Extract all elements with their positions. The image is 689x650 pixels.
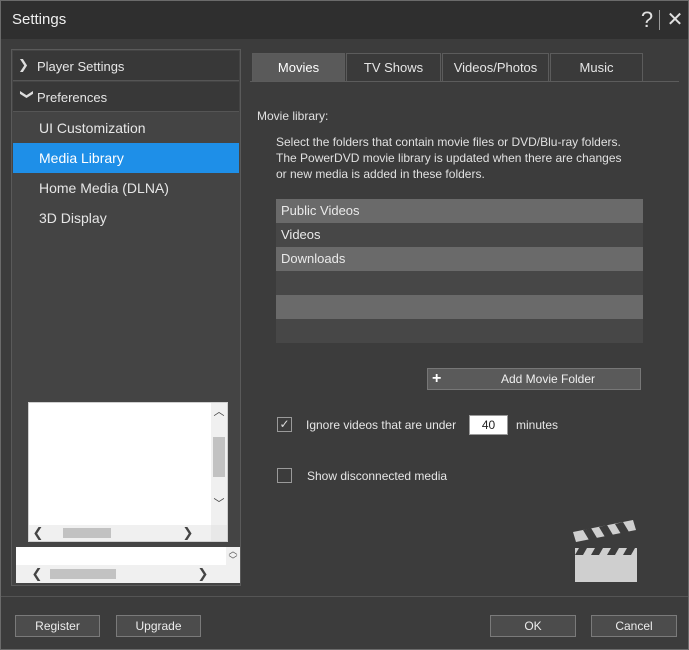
- settings-sidebar: ❯ Player Settings ❯ Preferences UI Custo…: [11, 49, 241, 586]
- ignore-short-videos-checkbox[interactable]: ✓: [277, 417, 292, 432]
- scroll-thumb[interactable]: [63, 528, 111, 538]
- sidebar-item-media-library[interactable]: Media Library: [13, 143, 239, 173]
- sidebar-item-3d-display[interactable]: 3D Display: [13, 203, 239, 233]
- ignore-videos-label: Ignore videos that are under: [306, 418, 457, 432]
- horizontal-scrollbar[interactable]: ❮ ❯: [29, 525, 213, 541]
- sidebar-group-preferences[interactable]: ❯ Preferences: [13, 82, 239, 112]
- sidebar-item-home-media[interactable]: Home Media (DLNA): [13, 173, 239, 203]
- scroll-down-icon[interactable]: ﹀: [213, 497, 225, 511]
- window-title: Settings: [12, 11, 67, 28]
- folder-row[interactable]: Downloads: [276, 247, 643, 271]
- scroll-right-icon[interactable]: ❯: [196, 567, 210, 581]
- show-disconnected-checkbox[interactable]: [277, 468, 292, 483]
- movie-folder-list[interactable]: Public Videos Videos Downloads: [276, 199, 643, 343]
- help-button[interactable]: ?: [637, 7, 657, 33]
- description-line: or new media is added in these folders.: [276, 167, 485, 181]
- spin-down-icon[interactable]: ﹀: [228, 555, 237, 565]
- scroll-left-icon[interactable]: ❮: [31, 526, 45, 540]
- folder-row[interactable]: [276, 295, 643, 319]
- sidebar-group-label: Preferences: [37, 90, 108, 105]
- scroll-thumb[interactable]: [213, 437, 225, 477]
- description-line: Select the folders that contain movie fi…: [276, 135, 621, 149]
- cancel-button[interactable]: Cancel: [591, 615, 677, 637]
- settings-window: Settings ? ✕ ❯ Player Settings ❯ Prefere…: [0, 0, 689, 650]
- minutes-label: minutes: [516, 418, 559, 432]
- scroll-up-icon[interactable]: ︿: [213, 405, 225, 419]
- scroll-left-icon[interactable]: ❮: [30, 567, 44, 581]
- vertical-scrollbar[interactable]: ︿ ﹀: [211, 403, 227, 527]
- movie-library-label: Movie library:: [257, 109, 329, 123]
- folder-row[interactable]: [276, 319, 643, 343]
- spin-control[interactable]: ︿ ﹀: [226, 547, 240, 565]
- preview-field: [16, 547, 224, 565]
- horizontal-scrollbar[interactable]: ❮ ❯: [16, 565, 240, 583]
- show-disconnected-label: Show disconnected media: [307, 469, 448, 483]
- ok-button[interactable]: OK: [490, 615, 576, 637]
- add-movie-folder-button[interactable]: + Add Movie Folder: [427, 368, 641, 390]
- sidebar-item-ui-customization[interactable]: UI Customization: [13, 113, 239, 143]
- tab-divider: [250, 81, 679, 82]
- secondary-preview-area: ︿ ﹀ ❮ ❯: [16, 547, 240, 583]
- movie-library-description: Select the folders that contain movie fi…: [276, 134, 646, 182]
- folder-row[interactable]: [276, 271, 643, 295]
- tab-music[interactable]: Music: [550, 53, 643, 82]
- footer-divider: [1, 596, 688, 597]
- preview-area: ︿ ﹀ ❮ ❯: [28, 402, 228, 542]
- title-bar: Settings ? ✕: [1, 1, 688, 39]
- close-button[interactable]: ✕: [665, 7, 685, 33]
- add-movie-folder-label: Add Movie Folder: [500, 372, 596, 386]
- upgrade-button[interactable]: Upgrade: [116, 615, 201, 637]
- folder-row[interactable]: Public Videos: [276, 199, 643, 223]
- chevron-down-icon: ❯: [20, 89, 35, 100]
- tab-movies[interactable]: Movies: [252, 53, 345, 82]
- folder-row[interactable]: Videos: [276, 223, 643, 247]
- register-button[interactable]: Register: [15, 615, 100, 637]
- clapperboard-icon: [573, 520, 637, 582]
- title-separator: [659, 10, 660, 30]
- scroll-thumb[interactable]: [50, 569, 116, 579]
- minutes-input[interactable]: [469, 415, 508, 435]
- scroll-corner: [211, 525, 227, 541]
- scroll-right-icon[interactable]: ❯: [181, 526, 195, 540]
- sidebar-group-player-settings[interactable]: ❯ Player Settings: [13, 51, 239, 81]
- sidebar-group-label: Player Settings: [37, 59, 125, 74]
- tab-tv-shows[interactable]: TV Shows: [346, 53, 441, 82]
- tab-videos-photos[interactable]: Videos/Photos: [442, 53, 549, 82]
- chevron-right-icon: ❯: [18, 57, 29, 72]
- description-line: The PowerDVD movie library is updated wh…: [276, 151, 622, 165]
